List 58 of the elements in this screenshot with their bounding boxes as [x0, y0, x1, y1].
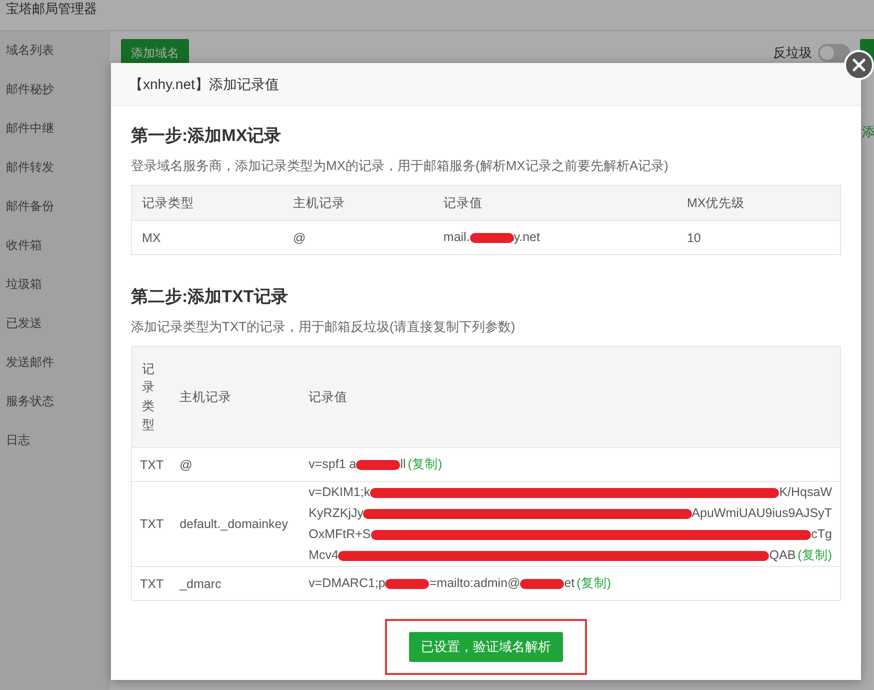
cell-text: v=spf1 a	[308, 456, 356, 473]
cell-text: v=DMARC1;p	[308, 575, 386, 592]
table-cell: TXT	[132, 482, 172, 566]
cell-text: v=DKIM1;k	[308, 484, 370, 501]
sidebar-item[interactable]: 日志	[0, 423, 110, 462]
cell-text: y.net	[514, 229, 540, 246]
sidebar-item[interactable]: 邮件中继	[0, 111, 110, 150]
app-title: 宝塔邮局管理器	[6, 1, 97, 16]
cell-text: K/HqsaW	[779, 484, 832, 501]
verify-button[interactable]: 已设置，验证域名解析	[409, 632, 563, 662]
sidebar-item[interactable]: 邮件秘抄	[0, 72, 110, 111]
sidebar-item[interactable]: 收件箱	[0, 228, 110, 267]
sidebar-item[interactable]: 发送邮件	[0, 345, 110, 384]
column-header: 主机记录	[282, 186, 434, 220]
column-header: 记录类型	[132, 186, 283, 220]
step-heading: 第二步:添加TXT记录	[131, 286, 289, 308]
sidebar-item[interactable]: 已发送	[0, 306, 110, 345]
copy-link[interactable]: (复制)	[576, 573, 611, 594]
table-cell: 10	[676, 220, 840, 254]
cell-text: et	[564, 575, 575, 592]
redaction-mark	[385, 578, 430, 588]
cell-text: KyRZKjJy	[308, 505, 364, 522]
redaction-mark	[356, 460, 400, 470]
table-cell: _dmarc	[172, 566, 301, 600]
cell-text: Mcv4	[308, 547, 338, 564]
step-heading: 第一步:添加MX记录	[131, 125, 282, 147]
table-cell: @	[282, 220, 434, 254]
table-cell: @	[172, 448, 301, 482]
sidebar-item[interactable]: 邮件转发	[0, 150, 110, 189]
sidebar-item[interactable]: 域名列表	[0, 33, 110, 72]
column-header: 记录值	[433, 186, 677, 220]
step-description: 添加记录类型为TXT的记录，用于邮箱反垃圾(请直接复制下列参数)	[131, 318, 516, 336]
column-header: 记录值	[300, 346, 840, 448]
table-cell: TXT	[132, 566, 172, 600]
copy-link[interactable]: (复制)	[798, 545, 832, 566]
cell-text: cTg	[811, 526, 832, 543]
column-header: 记录类型	[132, 346, 172, 448]
step-description: 登录域名服务商，添加记录类型为MX的记录，用于邮箱服务(解析MX记录之前要先解析A记录)	[131, 157, 670, 175]
sidebar-item[interactable]: 服务状态	[0, 384, 110, 423]
cell-text: ApuWmiUAU9ius9AJSyT	[692, 505, 832, 522]
cell-text: mail.	[443, 229, 470, 246]
column-header: MX优先级	[676, 186, 840, 220]
redaction-mark	[520, 578, 564, 588]
table-cell: TXT	[132, 448, 172, 482]
table-cell: default._domainkey	[172, 482, 301, 566]
cell-text: =mailto:admin@	[429, 575, 520, 592]
copy-link[interactable]: (复制)	[408, 454, 442, 475]
cell-text: OxMFtR+S	[308, 526, 371, 543]
column-header: 主机记录	[172, 346, 301, 448]
cell-text: QAB	[769, 547, 796, 564]
table-cell: MX	[132, 220, 283, 254]
cell-text: ll	[400, 456, 406, 473]
dialog-title: 【xnhy.net】添加记录值	[129, 76, 279, 92]
spam-toggle[interactable]	[818, 44, 850, 62]
sidebar-item[interactable]: 邮件备份	[0, 189, 110, 228]
toggle-label: 反垃圾	[773, 44, 812, 62]
redaction-mark	[470, 232, 514, 242]
sidebar-item[interactable]: 垃圾箱	[0, 267, 110, 306]
